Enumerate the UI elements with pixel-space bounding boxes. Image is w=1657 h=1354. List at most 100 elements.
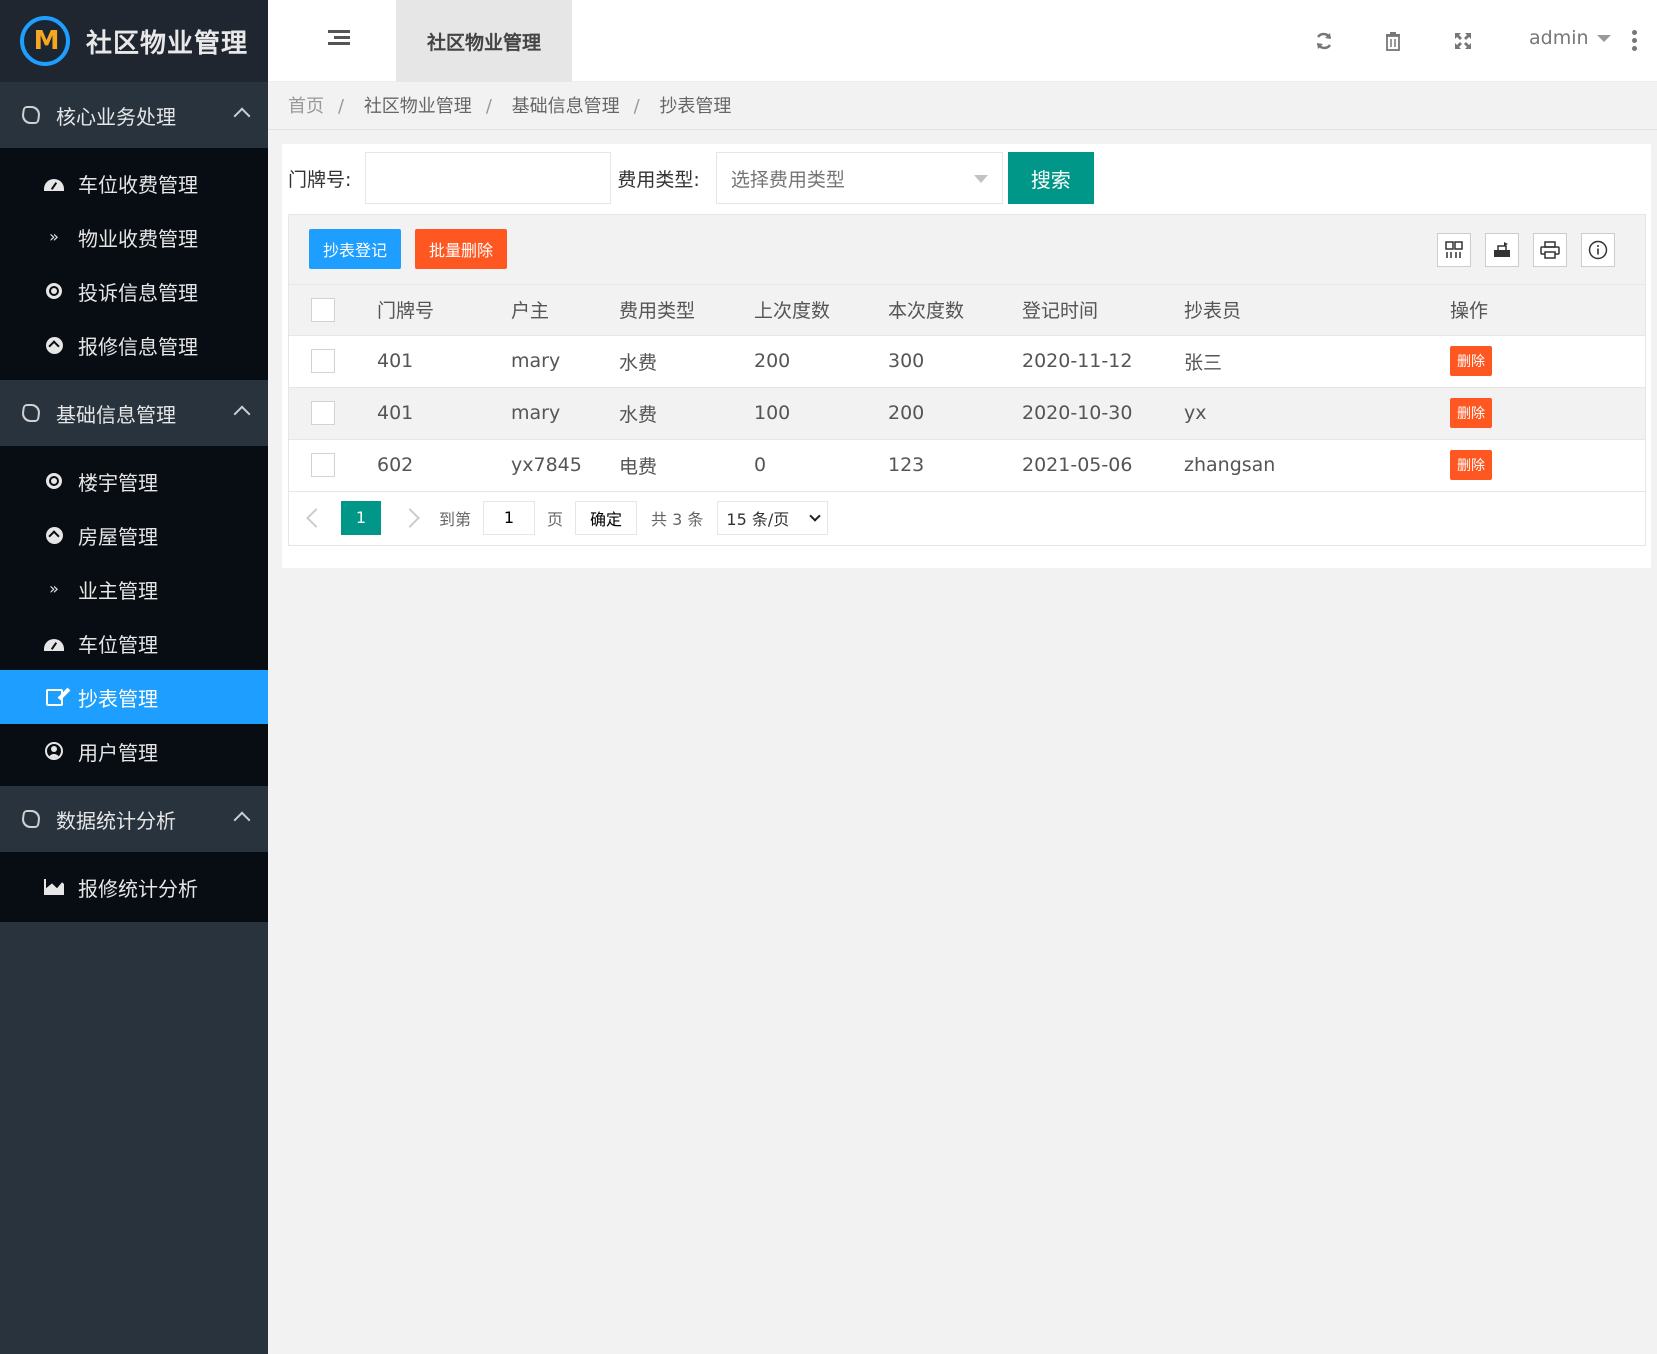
- row-checkbox[interactable]: [311, 349, 335, 373]
- row-checkbox[interactable]: [311, 453, 335, 477]
- cell-type: 水费: [619, 387, 754, 440]
- sidebar-item-buildings[interactable]: 楼宇管理: [0, 454, 268, 508]
- sidebar-item-repairs[interactable]: 报修信息管理: [0, 318, 268, 372]
- sidebar-item-houses[interactable]: 房屋管理: [0, 508, 268, 562]
- sidebar-item-parking-fee[interactable]: 车位收费管理: [0, 156, 268, 210]
- sidebar-item-label: 用户管理: [78, 740, 158, 765]
- cell-owner: mary: [511, 335, 619, 388]
- sidebar-item-label: 楼宇管理: [78, 470, 158, 495]
- dot-circle-icon: [44, 281, 64, 301]
- column-header[interactable]: 抄表员: [1184, 285, 1450, 336]
- fee-type-select[interactable]: 选择费用类型: [715, 152, 1003, 204]
- cell-reader: zhangsan: [1184, 439, 1450, 492]
- sidebar-item-owners[interactable]: » 业主管理: [0, 562, 268, 616]
- cell-prev: 200: [754, 335, 888, 388]
- user-circle-icon: [44, 741, 64, 761]
- sidebar-item-label: 房屋管理: [78, 524, 158, 549]
- delete-button[interactable]: 删除: [1450, 450, 1492, 480]
- column-header[interactable]: 登记时间: [1022, 285, 1184, 336]
- cell-reader: yx: [1184, 387, 1450, 440]
- user-menu[interactable]: admin: [1529, 27, 1611, 49]
- column-header[interactable]: 户主: [511, 285, 619, 336]
- arrow-circle-icon: [44, 525, 64, 545]
- row-checkbox[interactable]: [311, 401, 335, 425]
- info-icon[interactable]: [1581, 233, 1615, 267]
- area-chart-icon: [44, 877, 64, 897]
- menu-toggle-icon[interactable]: [328, 30, 350, 50]
- next-page-icon[interactable]: [400, 507, 420, 528]
- export-icon[interactable]: [1485, 233, 1519, 267]
- door-number-input[interactable]: [365, 152, 612, 204]
- sidebar-item-label: 投诉信息管理: [78, 280, 198, 305]
- column-header[interactable]: 上次度数: [754, 285, 888, 336]
- sidebar-item-users[interactable]: 用户管理: [0, 724, 268, 778]
- sidebar-item-repair-stats[interactable]: 报修统计分析: [0, 860, 268, 914]
- arrow-circle-icon: [44, 335, 64, 355]
- print-icon[interactable]: [1533, 233, 1567, 267]
- breadcrumb-separator: /: [633, 96, 640, 117]
- column-header[interactable]: 费用类型: [619, 285, 754, 336]
- logo-area[interactable]: M 社区物业管理: [0, 0, 268, 82]
- column-header[interactable]: 门牌号: [377, 285, 511, 336]
- chevron-up-icon: [233, 107, 251, 125]
- sidebar-group-core[interactable]: 核心业务处理: [0, 82, 268, 148]
- cell-action: 删除: [1450, 387, 1645, 440]
- sidebar-item-parking[interactable]: 车位管理: [0, 616, 268, 670]
- cell-date: 2020-11-12: [1022, 335, 1184, 388]
- sidebar-submenu-stats: 报修统计分析: [0, 852, 268, 922]
- breadcrumb-item[interactable]: 社区物业管理: [364, 96, 472, 117]
- breadcrumb-item[interactable]: 基础信息管理: [512, 96, 620, 117]
- batch-delete-button[interactable]: 批量删除: [415, 229, 508, 269]
- page-size-value: 15 条/页: [726, 509, 790, 529]
- goto-confirm-button[interactable]: 确定: [575, 500, 638, 535]
- sidebar-item-property-fee[interactable]: » 物业收费管理: [0, 210, 268, 264]
- refresh-icon[interactable]: [1313, 30, 1335, 52]
- breadcrumb-current: 抄表管理: [659, 96, 732, 117]
- delete-button[interactable]: 删除: [1450, 398, 1492, 428]
- main-panel: 门牌号: 费用类型: 选择费用类型 搜索 抄表登记 批量删除 门牌号 户主 费用…: [282, 144, 1651, 568]
- sidebar-submenu-core: 车位收费管理 » 物业收费管理 投诉信息管理 报修信息管理: [0, 148, 268, 380]
- page-size-select[interactable]: 15 条/页: [717, 500, 829, 535]
- table-row: 401 mary 水费 100 200 2020-10-30 yx 删除: [289, 387, 1645, 440]
- sidebar-submenu-basic: 楼宇管理 房屋管理 » 业主管理 车位管理 抄表管理 用户管理: [0, 446, 268, 786]
- delete-button[interactable]: 删除: [1450, 346, 1492, 376]
- fee-type-placeholder: 选择费用类型: [730, 168, 845, 191]
- search-button[interactable]: 搜索: [1007, 152, 1094, 204]
- sidebar-group-label: 基础信息管理: [56, 402, 176, 427]
- more-vertical-icon[interactable]: [1632, 30, 1638, 52]
- tab-app[interactable]: 社区物业管理: [396, 0, 572, 82]
- trash-icon[interactable]: [1382, 30, 1404, 52]
- sidebar-item-complaints[interactable]: 投诉信息管理: [0, 264, 268, 318]
- cell-door: 401: [377, 387, 511, 440]
- column-header[interactable]: 本次度数: [888, 285, 1022, 336]
- row-select-cell: [289, 335, 377, 388]
- current-page[interactable]: 1: [341, 500, 381, 535]
- double-chevron-icon: »: [49, 579, 59, 598]
- row-select-cell: [289, 387, 377, 440]
- sidebar-group-basic[interactable]: 基础信息管理: [0, 380, 268, 446]
- chevron-up-icon: [233, 811, 251, 829]
- cell-date: 2020-10-30: [1022, 387, 1184, 440]
- double-chevron-icon: »: [49, 227, 59, 246]
- select-all-checkbox[interactable]: [311, 297, 335, 322]
- breadcrumb-home[interactable]: 首页: [288, 96, 324, 117]
- sidebar-group-stats[interactable]: 数据统计分析: [0, 786, 268, 852]
- leaf-icon: [20, 106, 42, 124]
- goto-page-input[interactable]: [483, 500, 536, 535]
- sidebar-item-label: 报修统计分析: [78, 876, 198, 901]
- columns-filter-icon[interactable]: [1437, 233, 1471, 267]
- cell-action: 删除: [1450, 335, 1645, 388]
- prev-page-icon[interactable]: [306, 507, 326, 528]
- sidebar-item-meter-reading[interactable]: 抄表管理: [0, 670, 268, 724]
- dot-circle-icon: [44, 471, 64, 491]
- data-table-container: 抄表登记 批量删除 门牌号 户主 费用类型 上次度数 本次度数 登记时间 抄表员…: [288, 214, 1646, 546]
- dashboard-icon: [44, 633, 64, 653]
- pagination: 1 到第 页 确定 共 3 条 15 条/页: [289, 492, 1645, 544]
- breadcrumb-separator: /: [338, 96, 345, 117]
- caret-down-icon: [973, 175, 988, 183]
- fullscreen-icon[interactable]: [1452, 30, 1474, 52]
- sidebar-item-label: 车位收费管理: [78, 172, 198, 197]
- table-row: 602 yx7845 电费 0 123 2021-05-06 zhangsan …: [289, 439, 1645, 492]
- column-header[interactable]: 操作: [1450, 285, 1645, 336]
- add-reading-button[interactable]: 抄表登记: [309, 229, 402, 269]
